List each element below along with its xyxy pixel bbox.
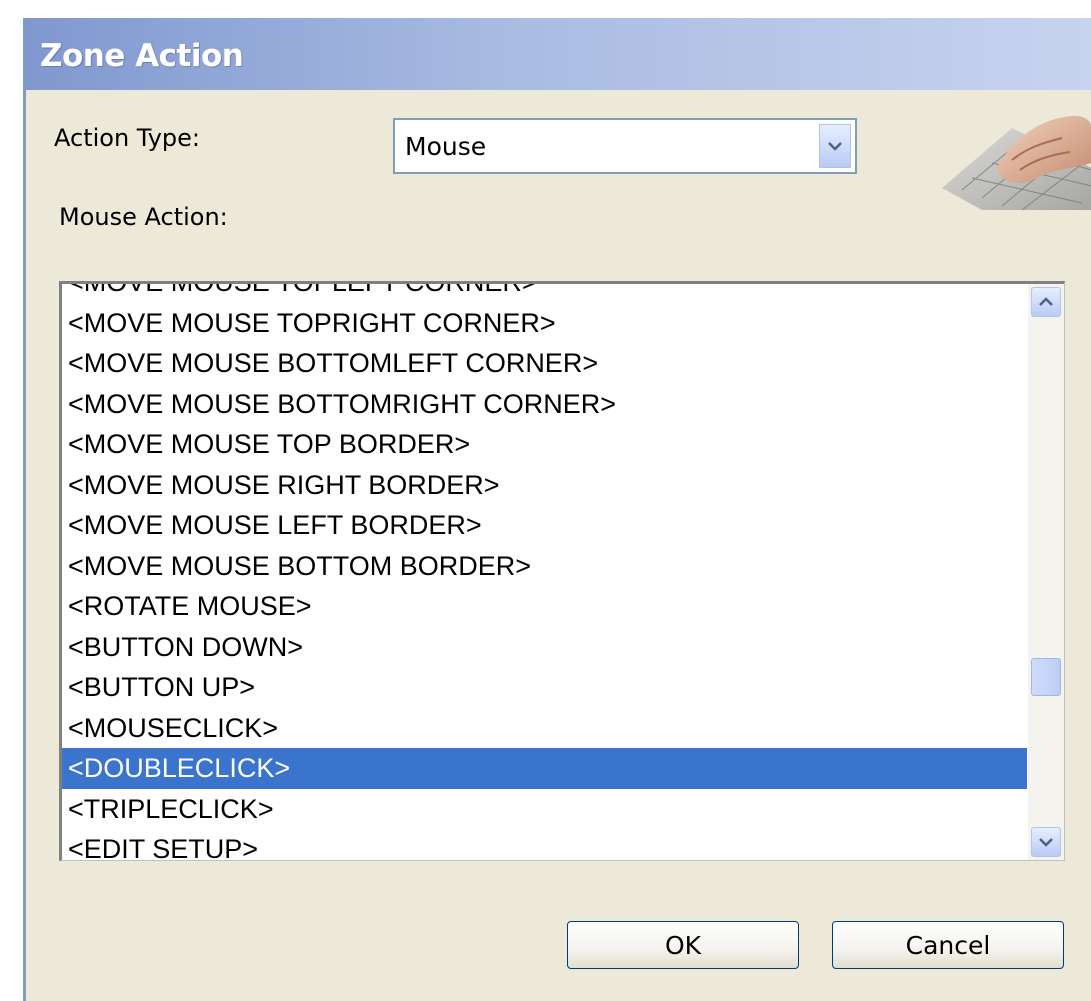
list-item[interactable]: <MOVE MOUSE BOTTOMLEFT CORNER> xyxy=(62,343,1027,384)
chevron-up-icon xyxy=(1039,297,1053,306)
list-item[interactable]: <MOVE MOUSE TOPRIGHT CORNER> xyxy=(62,303,1027,344)
list-item[interactable]: <MOVE MOUSE BOTTOMRIGHT CORNER> xyxy=(62,384,1027,425)
list-item-selected[interactable]: <DOUBLECLICK> xyxy=(62,748,1027,789)
zone-action-dialog: Zone Action Action Type: Mouse Mouse Act… xyxy=(23,18,1091,1001)
list-item[interactable]: <MOVE MOUSE TOP BORDER> xyxy=(62,424,1027,465)
list-item[interactable]: <MOVE MOUSE RIGHT BORDER> xyxy=(62,465,1027,506)
dropdown-arrow-button[interactable] xyxy=(819,124,851,168)
list-item[interactable]: <MOVE MOUSE TOPLEFT CORNER> xyxy=(62,284,1027,303)
cancel-button[interactable]: Cancel xyxy=(832,921,1064,969)
list-item[interactable]: <ROTATE MOUSE> xyxy=(62,586,1027,627)
action-type-dropdown[interactable]: Mouse xyxy=(393,118,857,174)
window-title: Zone Action xyxy=(40,38,244,74)
mouse-action-listbox[interactable]: <MOVE MOUSE TOPLEFT CORNER> <MOVE MOUSE … xyxy=(59,281,1065,861)
mouse-action-label: Mouse Action: xyxy=(59,203,228,231)
mouse-action-list: <MOVE MOUSE TOPLEFT CORNER> <MOVE MOUSE … xyxy=(62,284,1027,860)
scrollbar-thumb[interactable] xyxy=(1031,658,1061,696)
list-item[interactable]: <BUTTON DOWN> xyxy=(62,627,1027,668)
chevron-down-icon xyxy=(1039,838,1053,847)
vertical-scrollbar[interactable] xyxy=(1028,284,1064,860)
list-item[interactable]: <TRIPLECLICK> xyxy=(62,789,1027,830)
list-item[interactable]: <BUTTON UP> xyxy=(62,667,1027,708)
scroll-up-button[interactable] xyxy=(1031,287,1061,317)
chevron-down-icon xyxy=(828,142,842,151)
hand-on-keyboard-icon xyxy=(942,108,1091,211)
action-type-label: Action Type: xyxy=(54,124,201,152)
list-item[interactable]: <MOVE MOUSE BOTTOM BORDER> xyxy=(62,546,1027,587)
scroll-down-button[interactable] xyxy=(1031,827,1061,857)
ok-button[interactable]: OK xyxy=(567,921,799,969)
title-bar[interactable]: Zone Action xyxy=(26,18,1091,90)
list-item[interactable]: <EDIT SETUP> xyxy=(62,829,1027,860)
list-item[interactable]: <MOVE MOUSE LEFT BORDER> xyxy=(62,505,1027,546)
action-type-value: Mouse xyxy=(405,132,487,161)
list-item[interactable]: <MOUSECLICK> xyxy=(62,708,1027,749)
